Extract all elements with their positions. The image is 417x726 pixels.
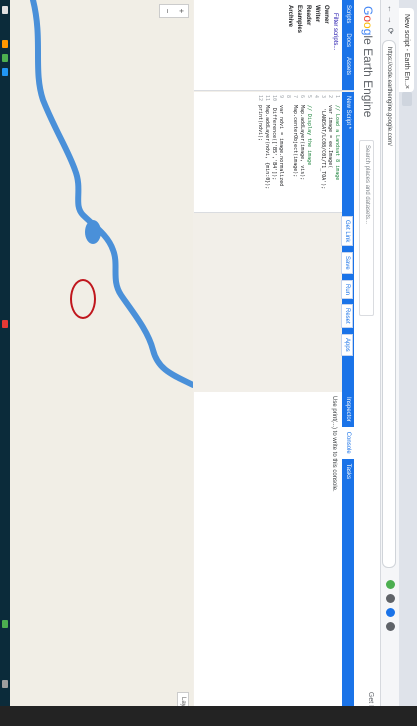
code-line[interactable]: 2 var image = ee.Image( <box>326 95 333 209</box>
code-line[interactable]: 7 Map.centerObject(image); <box>291 95 298 209</box>
console-text: Use print(...) to write to this console. <box>331 396 337 492</box>
code-line[interactable]: 9 var ndvi = image.normalized <box>277 95 284 209</box>
reset-button[interactable]: Reset <box>341 304 353 328</box>
tab-inspector[interactable]: Inspector <box>342 392 354 427</box>
tab-scripts[interactable]: Scripts <box>342 0 354 28</box>
app-icon[interactable] <box>2 68 8 76</box>
code-lines[interactable]: 1 // Load a Landsat 8 image 2 var image = e… <box>254 92 342 212</box>
app-icon[interactable] <box>2 54 8 62</box>
extension-icon[interactable] <box>386 594 395 603</box>
lake-shape <box>85 220 101 244</box>
photo-edge <box>0 706 417 726</box>
browser-addressbar: ← → ⟳ https://code.earthengine.google.co… <box>380 0 399 726</box>
scripts-panel: Scripts Docs Assets Filter scripts... Ow… <box>194 0 354 91</box>
extension-icon[interactable] <box>386 580 395 589</box>
code-line[interactable]: 5 // Display the image <box>305 95 312 209</box>
new-tab-button[interactable] <box>402 92 412 106</box>
tab-assets[interactable]: Assets <box>342 52 354 80</box>
panel-tabs: Scripts Docs Assets <box>342 0 354 90</box>
close-icon[interactable]: × <box>399 85 414 89</box>
code-text: Map.centerObject(image); <box>292 105 298 178</box>
extension-icon[interactable] <box>386 608 395 617</box>
line-number: 4 <box>313 95 319 99</box>
browser-tabbar: New script - Earth En... × <box>398 0 417 726</box>
save-button[interactable]: Save <box>341 252 353 274</box>
line-number: 1 <box>334 95 340 99</box>
code-text: 'LANDSAT/LC08/C01/T1_TOA'); <box>320 105 326 190</box>
tab-tasks[interactable]: Tasks <box>342 459 354 484</box>
line-number: 8 <box>285 95 291 99</box>
line-number: 7 <box>292 95 298 99</box>
code-line[interactable]: 4 <box>312 95 319 209</box>
tab-console[interactable]: Console <box>342 426 354 459</box>
tab-docs[interactable]: Docs <box>342 28 354 52</box>
tray-icon[interactable] <box>2 680 8 688</box>
app-logo: Google Earth Engine <box>361 6 375 118</box>
list-item[interactable]: Archive <box>285 5 294 85</box>
list-item[interactable]: Examples <box>294 5 303 85</box>
list-item[interactable]: Reader <box>303 5 312 85</box>
editor-toolbar: Get Link Save Run Reset Apps <box>341 212 354 392</box>
forward-icon[interactable]: → <box>385 15 395 25</box>
code-line[interactable]: 6 Map.addLayer(image, vis); <box>298 95 305 209</box>
zoom-controls[interactable]: + − <box>159 4 189 18</box>
line-number: 2 <box>327 95 333 99</box>
url-field[interactable]: https://code.earthengine.google.com/ <box>382 40 396 568</box>
map-view[interactable]: + − Layers <box>10 0 193 726</box>
line-number: 6 <box>299 95 305 99</box>
app-icon[interactable] <box>2 320 8 328</box>
list-item[interactable]: Filter scripts... <box>330 5 339 85</box>
code-line[interactable]: 8 <box>284 95 291 209</box>
annotation-circle <box>70 279 96 319</box>
code-text: var ndvi = image.normalized <box>278 105 284 187</box>
code-line[interactable]: 10 Difference(['B5','B4']); <box>270 95 277 209</box>
code-text: var image = ee.Image( <box>327 105 333 169</box>
menu-icon[interactable] <box>386 622 395 631</box>
get-link-button[interactable]: Get Link <box>341 216 353 247</box>
list-item[interactable]: Owner <box>321 5 330 85</box>
code-text: Difference(['B5','B4']); <box>271 105 277 181</box>
code-line[interactable]: 3 'LANDSAT/LC08/C01/T1_TOA'); <box>319 95 326 209</box>
browser-tab[interactable]: New script - Earth En... × <box>399 8 414 92</box>
code-line[interactable]: 12 print(ndvi); <box>256 95 263 209</box>
reload-icon[interactable]: ⟳ <box>385 26 395 36</box>
app-icon[interactable] <box>2 620 8 628</box>
run-button[interactable]: Run <box>341 280 353 300</box>
line-number: 3 <box>320 95 326 99</box>
tab-title: New script - Earth En... <box>403 14 410 86</box>
code-text: print(ndvi); <box>257 105 263 142</box>
editor-title: New Script * <box>342 92 354 212</box>
photo-frame: New script - Earth En... × ← → ⟳ https:/… <box>0 0 417 726</box>
list-item[interactable]: Writer <box>312 5 321 85</box>
code-text: Map.addLayer(image, vis); <box>299 105 305 181</box>
app-header: Google Earth Engine Search places and da… <box>353 0 380 726</box>
line-number: 5 <box>306 95 312 99</box>
scripts-tree: Filter scripts... Owner Writer Reader Ex… <box>282 0 342 90</box>
line-number: 12 <box>257 95 263 102</box>
code-text: Map.addLayer(ndvi, {min:0}); <box>264 105 270 190</box>
zoom-out-button[interactable]: − <box>160 5 174 17</box>
code-line[interactable]: 1 // Load a Landsat 8 image <box>333 95 340 209</box>
os-taskbar <box>0 0 10 726</box>
apps-button[interactable]: Apps <box>341 334 353 356</box>
river-layer <box>30 0 193 388</box>
line-number: 11 <box>264 95 270 102</box>
river-path <box>30 0 193 388</box>
code-text: // Load a Landsat 8 image <box>334 105 340 181</box>
start-icon[interactable] <box>2 6 8 14</box>
code-editor[interactable]: New Script * 1// Load a Landsat 8 image 2… <box>194 92 354 213</box>
output-panel: Inspector Console Tasks Use print(...) t… <box>194 392 354 726</box>
rotated-screen: New script - Earth En... × ← → ⟳ https:/… <box>0 0 417 726</box>
line-number: 10 <box>271 95 277 102</box>
back-icon[interactable]: ← <box>385 4 395 14</box>
line-number: 9 <box>278 95 284 99</box>
zoom-in-button[interactable]: + <box>174 5 188 17</box>
search-input[interactable]: Search places and datasets... <box>359 140 374 316</box>
app-icon[interactable] <box>2 40 8 48</box>
code-line[interactable]: 11 Map.addLayer(ndvi, {min:0}); <box>263 95 270 209</box>
panel-tabs: Inspector Console Tasks <box>342 392 354 726</box>
code-text: // Display the image <box>306 105 312 166</box>
